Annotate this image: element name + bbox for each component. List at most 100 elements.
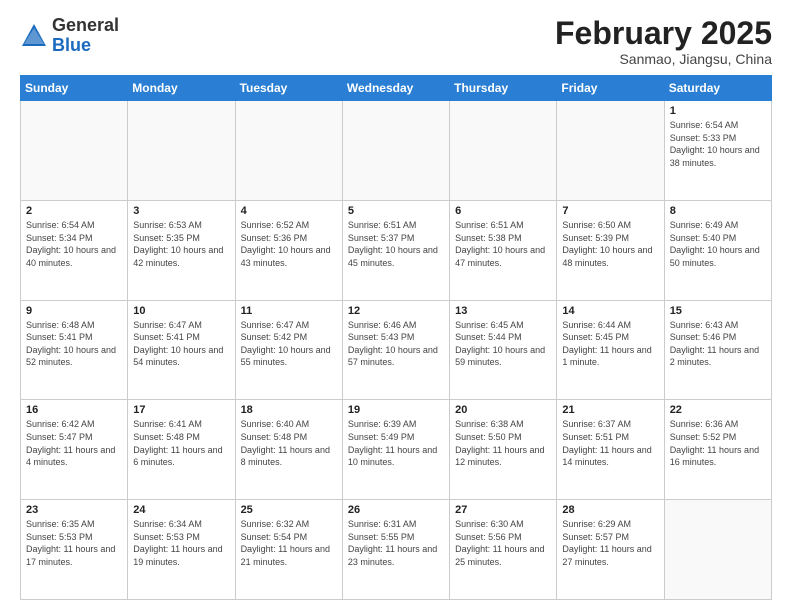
day-info: Sunrise: 6:47 AM Sunset: 5:41 PM Dayligh… [133,319,229,369]
day-info: Sunrise: 6:47 AM Sunset: 5:42 PM Dayligh… [241,319,337,369]
day-info: Sunrise: 6:31 AM Sunset: 5:55 PM Dayligh… [348,518,444,568]
calendar-cell: 19Sunrise: 6:39 AM Sunset: 5:49 PM Dayli… [342,400,449,500]
calendar-cell: 9Sunrise: 6:48 AM Sunset: 5:41 PM Daylig… [21,300,128,400]
day-number: 21 [562,404,658,416]
day-number: 25 [241,504,337,516]
day-info: Sunrise: 6:52 AM Sunset: 5:36 PM Dayligh… [241,219,337,269]
day-info: Sunrise: 6:42 AM Sunset: 5:47 PM Dayligh… [26,418,122,468]
day-number: 22 [670,404,766,416]
calendar-header-friday: Friday [557,76,664,101]
day-info: Sunrise: 6:48 AM Sunset: 5:41 PM Dayligh… [26,319,122,369]
day-number: 8 [670,205,766,217]
calendar-header-thursday: Thursday [450,76,557,101]
calendar-cell: 11 Sunrise: 6:47 AM Sunset: 5:42 PM Dayli… [235,300,342,400]
day-number: 12 [348,305,444,317]
calendar-cell: 28 Sunrise: 6:29 AM Sunset: 5:57 PM Dayli… [557,500,664,600]
calendar-cell [557,101,664,201]
logo-general-text: General [52,15,119,35]
calendar-header-wednesday: Wednesday [342,76,449,101]
day-info: Sunrise: 6:39 AM Sunset: 5:49 PM Dayligh… [348,418,444,468]
day-info: Sunrise: 6:44 AM Sunset: 5:45 PM Dayligh… [562,319,658,369]
month-year: February 2025 [555,16,772,51]
logo-text: General Blue [52,16,119,56]
day-info: Sunrise: 6:51 AM Sunset: 5:38 PM Dayligh… [455,219,551,269]
calendar-header-monday: Monday [128,76,235,101]
day-number: 15 [670,305,766,317]
calendar-cell: 17 Sunrise: 6:41 AM Sunset: 5:48 PM Dayli… [128,400,235,500]
calendar-week-1: 2 Sunrise: 6:54 AM Sunset: 5:34 PM Daylig… [21,200,772,300]
day-number: 10 [133,305,229,317]
day-info: Sunrise: 6:34 AM Sunset: 5:53 PM Dayligh… [133,518,229,568]
calendar-cell: 25Sunrise: 6:32 AM Sunset: 5:54 PM Dayli… [235,500,342,600]
day-info: Sunrise: 6:40 AM Sunset: 5:48 PM Dayligh… [241,418,337,468]
day-number: 14 [562,305,658,317]
day-info: Sunrise: 6:38 AM Sunset: 5:50 PM Dayligh… [455,418,551,468]
calendar-cell: 10 Sunrise: 6:47 AM Sunset: 5:41 PM Dayli… [128,300,235,400]
day-number: 17 [133,404,229,416]
calendar-week-0: 1 Sunrise: 6:54 AM Sunset: 5:33 PM Daylig… [21,101,772,201]
calendar-cell [342,101,449,201]
calendar-header-row: SundayMondayTuesdayWednesdayThursdayFrid… [21,76,772,101]
day-number: 13 [455,305,551,317]
calendar-cell: 2 Sunrise: 6:54 AM Sunset: 5:34 PM Daylig… [21,200,128,300]
day-number: 27 [455,504,551,516]
day-number: 18 [241,404,337,416]
calendar-week-3: 16 Sunrise: 6:42 AM Sunset: 5:47 PM Dayli… [21,400,772,500]
day-info: Sunrise: 6:35 AM Sunset: 5:53 PM Dayligh… [26,518,122,568]
calendar-cell: 22Sunrise: 6:36 AM Sunset: 5:52 PM Dayli… [664,400,771,500]
calendar-cell [21,101,128,201]
calendar-table: SundayMondayTuesdayWednesdayThursdayFrid… [20,75,772,600]
calendar-cell: 7 Sunrise: 6:50 AM Sunset: 5:39 PM Daylig… [557,200,664,300]
day-info: Sunrise: 6:45 AM Sunset: 5:44 PM Dayligh… [455,319,551,369]
day-info: Sunrise: 6:50 AM Sunset: 5:39 PM Dayligh… [562,219,658,269]
day-number: 28 [562,504,658,516]
calendar-cell: 3Sunrise: 6:53 AM Sunset: 5:35 PM Daylig… [128,200,235,300]
day-number: 23 [26,504,122,516]
header: General Blue February 2025 Sanmao, Jiang… [20,16,772,67]
title-block: February 2025 Sanmao, Jiangsu, China [555,16,772,67]
day-info: Sunrise: 6:54 AM Sunset: 5:34 PM Dayligh… [26,219,122,269]
day-info: Sunrise: 6:30 AM Sunset: 5:56 PM Dayligh… [455,518,551,568]
day-number: 5 [348,205,444,217]
calendar-cell: 20 Sunrise: 6:38 AM Sunset: 5:50 PM Dayli… [450,400,557,500]
day-number: 1 [670,105,766,117]
page: General Blue February 2025 Sanmao, Jiang… [0,0,792,612]
calendar-cell: 16 Sunrise: 6:42 AM Sunset: 5:47 PM Dayli… [21,400,128,500]
day-number: 7 [562,205,658,217]
day-info: Sunrise: 6:51 AM Sunset: 5:37 PM Dayligh… [348,219,444,269]
day-info: Sunrise: 6:37 AM Sunset: 5:51 PM Dayligh… [562,418,658,468]
calendar-cell: 6 Sunrise: 6:51 AM Sunset: 5:38 PM Daylig… [450,200,557,300]
calendar-cell [235,101,342,201]
location: Sanmao, Jiangsu, China [555,51,772,67]
day-number: 6 [455,205,551,217]
calendar-cell: 24 Sunrise: 6:34 AM Sunset: 5:53 PM Dayli… [128,500,235,600]
calendar-cell [128,101,235,201]
logo-blue-text: Blue [52,35,91,55]
calendar-cell: 8 Sunrise: 6:49 AM Sunset: 5:40 PM Daylig… [664,200,771,300]
day-info: Sunrise: 6:41 AM Sunset: 5:48 PM Dayligh… [133,418,229,468]
calendar-cell: 23 Sunrise: 6:35 AM Sunset: 5:53 PM Dayli… [21,500,128,600]
calendar-cell [450,101,557,201]
calendar-header-saturday: Saturday [664,76,771,101]
day-number: 11 [241,305,337,317]
calendar-week-2: 9Sunrise: 6:48 AM Sunset: 5:41 PM Daylig… [21,300,772,400]
calendar-cell: 4 Sunrise: 6:52 AM Sunset: 5:36 PM Daylig… [235,200,342,300]
day-number: 16 [26,404,122,416]
day-number: 2 [26,205,122,217]
day-info: Sunrise: 6:29 AM Sunset: 5:57 PM Dayligh… [562,518,658,568]
day-info: Sunrise: 6:43 AM Sunset: 5:46 PM Dayligh… [670,319,766,369]
calendar-cell: 13 Sunrise: 6:45 AM Sunset: 5:44 PM Dayli… [450,300,557,400]
day-info: Sunrise: 6:49 AM Sunset: 5:40 PM Dayligh… [670,219,766,269]
calendar-header-tuesday: Tuesday [235,76,342,101]
logo: General Blue [20,16,119,56]
calendar-cell: 26Sunrise: 6:31 AM Sunset: 5:55 PM Dayli… [342,500,449,600]
calendar-cell: 21 Sunrise: 6:37 AM Sunset: 5:51 PM Dayli… [557,400,664,500]
calendar-cell: 15 Sunrise: 6:43 AM Sunset: 5:46 PM Dayli… [664,300,771,400]
day-info: Sunrise: 6:54 AM Sunset: 5:33 PM Dayligh… [670,119,766,169]
calendar-header-sunday: Sunday [21,76,128,101]
day-info: Sunrise: 6:46 AM Sunset: 5:43 PM Dayligh… [348,319,444,369]
day-number: 4 [241,205,337,217]
day-number: 24 [133,504,229,516]
calendar-cell: 1 Sunrise: 6:54 AM Sunset: 5:33 PM Daylig… [664,101,771,201]
day-number: 20 [455,404,551,416]
